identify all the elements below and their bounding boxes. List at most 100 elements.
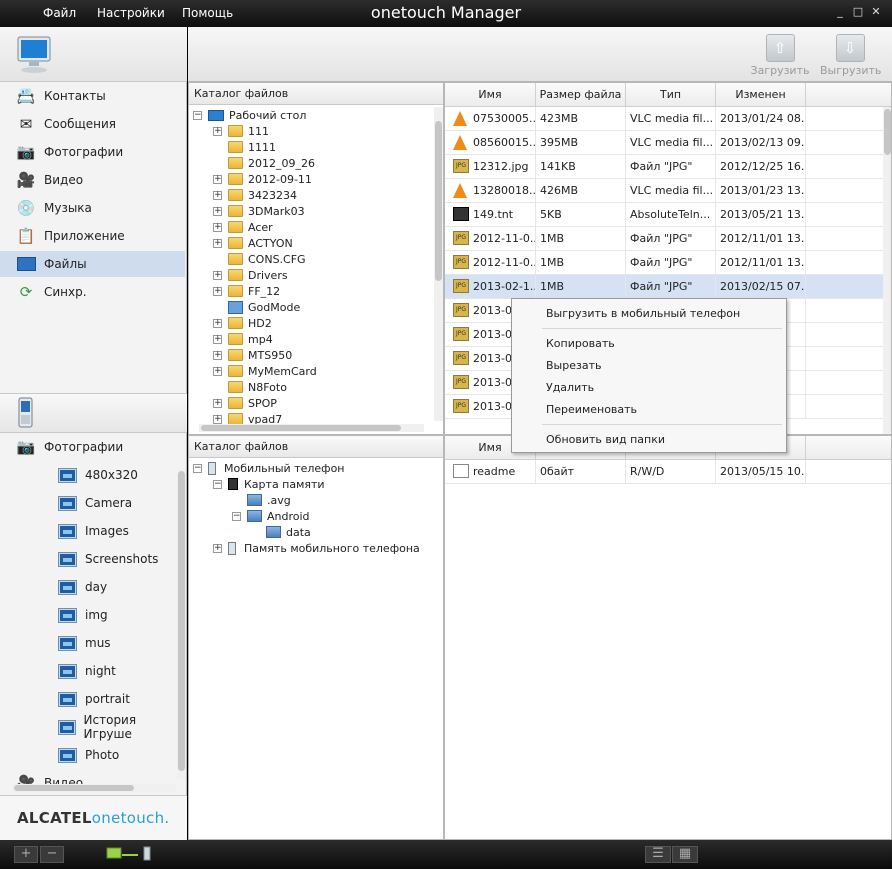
collapse-icon[interactable]: − bbox=[213, 479, 222, 489]
collapse-icon[interactable]: − bbox=[232, 511, 241, 521]
zoom-out-button[interactable]: − bbox=[40, 846, 64, 863]
expand-icon[interactable]: + bbox=[213, 174, 222, 184]
table-row[interactable]: JPG 2012-11-0... 1MB Файл "JPG" 2012/11/01 1… bbox=[445, 227, 883, 251]
expand-icon[interactable]: + bbox=[213, 206, 222, 216]
sidebar-item-messages[interactable]: ✉ Сообщения bbox=[0, 111, 185, 137]
sidebar-item-contacts[interactable]: 📇 Контакты bbox=[0, 83, 185, 109]
collapse-icon[interactable]: − bbox=[193, 463, 202, 473]
album-item[interactable]: 480x320 bbox=[0, 461, 178, 489]
table-row[interactable]: 07530005.... 423MB VLC media fil... 2013/01… bbox=[445, 107, 883, 131]
expand-icon[interactable]: + bbox=[213, 414, 222, 424]
table-row[interactable]: readme 0байт R/W/D 2013/05/15 10... bbox=[445, 460, 891, 484]
ctx-rename[interactable]: Переименовать bbox=[512, 400, 786, 420]
maximize-icon[interactable]: □ bbox=[852, 6, 864, 18]
table-row[interactable]: 13280018.... 426MB VLC media fil... 2013/01… bbox=[445, 179, 883, 203]
tree-node-folder[interactable]: +1111 bbox=[213, 139, 276, 155]
tree-node-phone-memory[interactable]: + Память мобильного телефона bbox=[213, 540, 420, 556]
tree-node-avg[interactable]: .avg bbox=[247, 492, 291, 508]
column-type[interactable]: Тип bbox=[626, 83, 716, 107]
upload-button[interactable]: ⇧ Загрузить bbox=[750, 34, 810, 78]
minimize-icon[interactable]: _ bbox=[834, 6, 846, 18]
album-item[interactable]: История Игруше bbox=[0, 713, 178, 741]
expand-icon[interactable]: + bbox=[213, 318, 222, 328]
album-item[interactable]: night bbox=[0, 657, 178, 685]
collapse-icon[interactable]: − bbox=[193, 110, 202, 120]
expand-icon[interactable]: + bbox=[213, 126, 222, 136]
zoom-in-button[interactable]: + bbox=[14, 846, 38, 863]
sidebar-item-files[interactable]: Файлы bbox=[0, 251, 185, 277]
tree-node-folder[interactable]: + Acer bbox=[213, 219, 273, 235]
pc-tree-hscrollbar[interactable] bbox=[199, 424, 424, 432]
tree-node-memory-card[interactable]: − Карта памяти bbox=[213, 476, 325, 492]
tree-node-folder[interactable]: +GodMode bbox=[213, 299, 300, 315]
scrollbar-thumb[interactable] bbox=[14, 785, 134, 791]
pc-file-scrollbar[interactable] bbox=[883, 107, 891, 434]
column-modified[interactable]: Изменен bbox=[716, 83, 806, 107]
album-item[interactable]: mus bbox=[0, 629, 178, 657]
expand-icon[interactable]: + bbox=[213, 350, 222, 360]
phone-list-scrollbar[interactable] bbox=[177, 469, 186, 779]
sidebar-item-sync[interactable]: ⟳ Синхр. bbox=[0, 279, 185, 305]
tree-node-folder[interactable]: + HD2 bbox=[213, 315, 272, 331]
scrollbar-thumb[interactable] bbox=[884, 109, 891, 155]
scrollbar-thumb[interactable] bbox=[435, 121, 442, 281]
table-row[interactable]: JPG 2012-11-0... 1MB Файл "JPG" 2012/11/01 1… bbox=[445, 251, 883, 275]
tree-node-mobile[interactable]: − Мобильный телефон bbox=[193, 460, 345, 476]
ctx-refresh-folder[interactable]: Обновить вид папки bbox=[512, 430, 786, 450]
sidebar-item-music[interactable]: 💿 Музыка bbox=[0, 195, 185, 221]
ctx-delete[interactable]: Удалить bbox=[512, 378, 786, 398]
table-row[interactable]: JPG 2013-02-1... 1MB Файл "JPG" 2013/02/15 0… bbox=[445, 275, 883, 299]
download-button[interactable]: ⇩ Выгрузить bbox=[820, 34, 881, 78]
table-row[interactable]: JPG 12312.jpg 141KB Файл "JPG" 2012/12/25 16… bbox=[445, 155, 883, 179]
tree-node-desktop[interactable]: − Рабочий стол bbox=[193, 107, 306, 123]
phone-list-hscrollbar[interactable] bbox=[12, 784, 176, 792]
list-view-button[interactable]: ☰ bbox=[645, 846, 671, 863]
ctx-cut[interactable]: Вырезать bbox=[512, 356, 786, 376]
album-item[interactable]: Screenshots bbox=[0, 545, 178, 573]
expand-icon[interactable]: + bbox=[213, 398, 222, 408]
expand-icon[interactable]: + bbox=[213, 543, 222, 553]
tree-node-android[interactable]: − Android bbox=[232, 508, 310, 524]
tree-node-folder[interactable]: + Drivers bbox=[213, 267, 288, 283]
ctx-upload-to-phone[interactable]: Выгрузить в мобильный телефон bbox=[512, 304, 786, 324]
scrollbar-thumb[interactable] bbox=[201, 425, 401, 431]
tree-node-folder[interactable]: + MTS950 bbox=[213, 347, 292, 363]
album-item[interactable]: day bbox=[0, 573, 178, 601]
tree-node-folder[interactable]: +CONS.CFG bbox=[213, 251, 306, 267]
close-icon[interactable]: ✕ bbox=[870, 6, 882, 18]
album-item[interactable]: Photo bbox=[0, 741, 178, 769]
tree-node-folder[interactable]: +3DMark03 bbox=[213, 203, 305, 219]
expand-icon[interactable]: + bbox=[213, 366, 222, 376]
tree-node-folder[interactable]: +2012_09_26 bbox=[213, 155, 315, 171]
expand-icon[interactable]: + bbox=[213, 270, 222, 280]
tree-node-folder[interactable]: + ACTYON bbox=[213, 235, 293, 251]
tree-node-folder[interactable]: +2012-09-11 bbox=[213, 171, 312, 187]
album-item[interactable]: img bbox=[0, 601, 178, 629]
table-row[interactable]: 149.tnt 5KB AbsoluteTeln... 2013/05/21 13..… bbox=[445, 203, 883, 227]
expand-icon[interactable]: + bbox=[213, 238, 222, 248]
grid-view-button[interactable]: ▦ bbox=[672, 846, 698, 863]
scrollbar-thumb[interactable] bbox=[178, 471, 185, 771]
column-size[interactable]: Размер файла bbox=[536, 83, 626, 107]
column-name[interactable]: Имя bbox=[445, 83, 536, 107]
tree-node-folder[interactable]: +3423234 bbox=[213, 187, 297, 203]
tree-node-folder[interactable]: + mp4 bbox=[213, 331, 273, 347]
expand-icon[interactable]: + bbox=[213, 190, 222, 200]
sidebar-item-photos[interactable]: 📷 Фотографии bbox=[0, 139, 185, 165]
tree-node-folder[interactable]: +111 bbox=[213, 123, 269, 139]
tree-node-folder[interactable]: + FF_12 bbox=[213, 283, 280, 299]
album-item[interactable]: Images bbox=[0, 517, 178, 545]
sidebar-item-video[interactable]: 🎥 Видео bbox=[0, 167, 185, 193]
expand-icon[interactable]: + bbox=[213, 222, 222, 232]
tree-node-folder[interactable]: + MyMemCard bbox=[213, 363, 317, 379]
tree-node-folder[interactable]: +N8Foto bbox=[213, 379, 287, 395]
phone-category-photos[interactable]: 📷 Фотографии bbox=[0, 433, 178, 461]
tree-node-folder[interactable]: + SPOP bbox=[213, 395, 277, 411]
expand-icon[interactable]: + bbox=[213, 334, 222, 344]
sidebar-item-apps[interactable]: 📋 Приложение bbox=[0, 223, 185, 249]
pc-tree-scrollbar[interactable] bbox=[434, 107, 443, 421]
expand-icon[interactable]: + bbox=[213, 286, 222, 296]
tree-node-data[interactable]: data bbox=[266, 524, 311, 540]
ctx-copy[interactable]: Копировать bbox=[512, 334, 786, 354]
album-item[interactable]: Camera bbox=[0, 489, 178, 517]
